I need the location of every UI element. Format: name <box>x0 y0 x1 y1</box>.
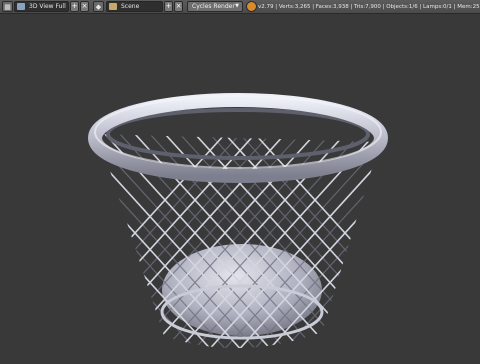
scene-field[interactable]: Scene <box>106 1 163 12</box>
remove-screen-button[interactable]: × <box>80 1 89 12</box>
remove-scene-button[interactable]: × <box>174 1 183 12</box>
render-engine-label: Cycles Render <box>192 3 235 10</box>
render-engine-dropdown[interactable]: Cycles Render ▼ <box>187 1 243 12</box>
viewport-canvas[interactable] <box>0 14 480 360</box>
add-scene-button[interactable]: + <box>164 1 173 12</box>
screen-layout-label: 3D View Full <box>29 3 66 10</box>
basket-rim-inner <box>106 108 370 160</box>
blender-logo-icon <box>246 1 257 12</box>
scene-label: Scene <box>121 3 140 10</box>
3d-viewport[interactable] <box>0 14 480 360</box>
add-screen-button[interactable]: + <box>70 1 79 12</box>
top-header-bar: ▦ 3D View Full + × ◆ Scene + × Cycles Re… <box>0 0 480 14</box>
chevron-down-icon: ▼ <box>235 3 239 9</box>
scene-statistics: v2.79 | Verts:3,265 | Faces:3,938 | Tris… <box>258 4 480 10</box>
scene-type-icon <box>109 3 117 10</box>
screen-layout-field[interactable]: 3D View Full <box>14 1 69 12</box>
grid-icon <box>17 3 25 10</box>
scene-icon[interactable]: ◆ <box>93 1 104 12</box>
editor-type-icon[interactable]: ▦ <box>2 1 13 12</box>
